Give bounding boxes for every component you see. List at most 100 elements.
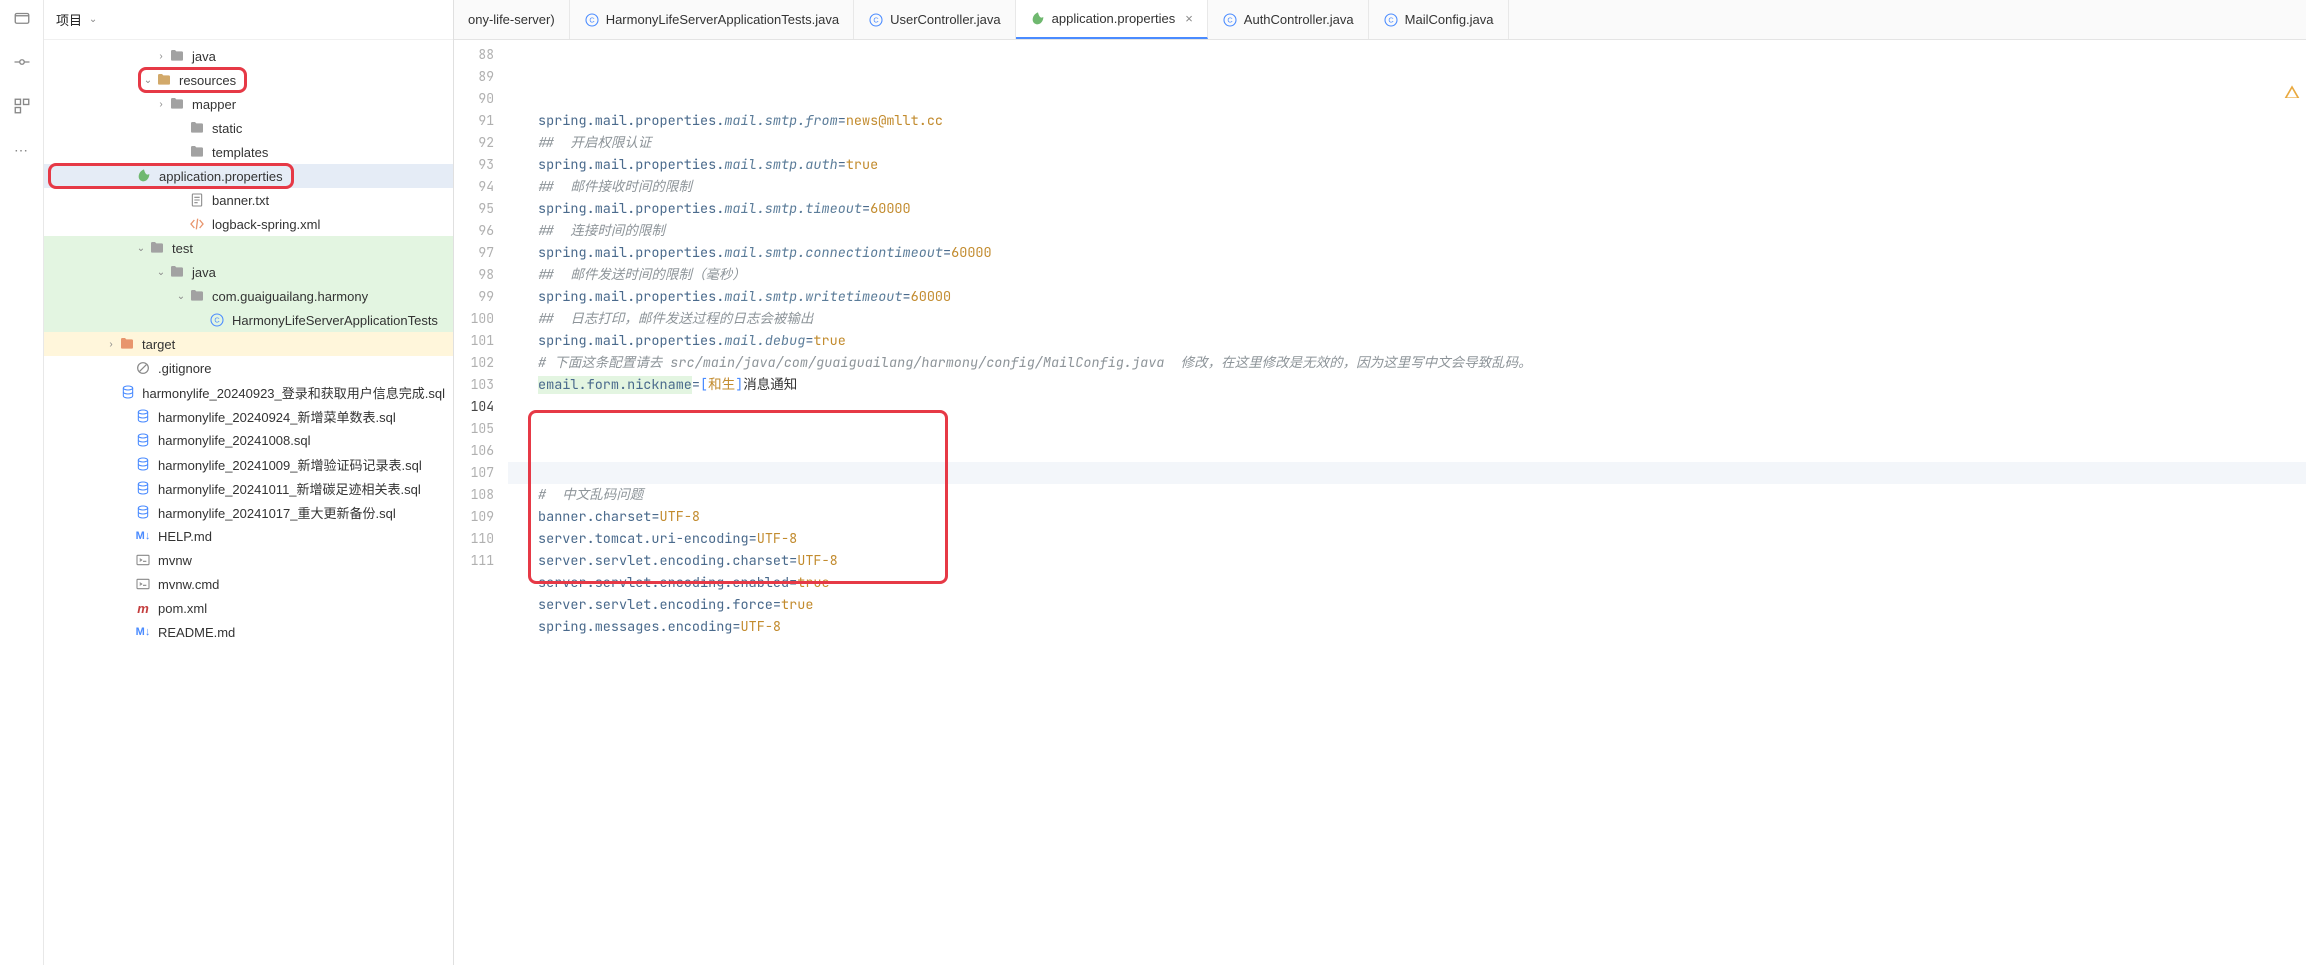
more-tool-icon[interactable]: ⋯ <box>12 140 32 160</box>
tree-item-label: templates <box>212 145 268 160</box>
tree-item[interactable]: static <box>44 116 453 140</box>
tab-label: UserController.java <box>890 12 1001 27</box>
editor-tab[interactable]: CUserController.java <box>854 0 1016 39</box>
tree-item[interactable]: harmonylife_20240924_新增菜单数表.sql <box>44 404 453 428</box>
chevron-down-icon[interactable]: ⌄ <box>86 14 100 25</box>
code-line[interactable] <box>508 462 2306 484</box>
file-icon <box>168 95 186 113</box>
file-icon <box>134 575 152 593</box>
svg-text:C: C <box>214 316 220 325</box>
tree-item[interactable]: ›mapper <box>44 92 453 116</box>
editor-area: ony-life-server) C HarmonyLifeServerApplic… <box>454 0 2306 965</box>
svg-text:C: C <box>1227 15 1233 24</box>
tree-item-label: mvnw.cmd <box>158 577 219 592</box>
file-icon <box>134 479 152 497</box>
code-line[interactable]: ## 开启权限认证 <box>508 132 2306 154</box>
tree-item-label: target <box>142 337 175 352</box>
tree-item[interactable]: logback-spring.xml <box>44 212 453 236</box>
class-icon: C <box>584 12 600 28</box>
code-line[interactable]: spring.mail.properties.mail.smtp.writeti… <box>508 286 2306 308</box>
tree-item-label: mvnw <box>158 553 192 568</box>
code-line[interactable]: server.tomcat.uri-encoding=UTF-8 <box>508 528 2306 550</box>
tree-item[interactable]: harmonylife_20241011_新增碳足迹相关表.sql <box>44 476 453 500</box>
file-icon <box>134 455 152 473</box>
code-content[interactable]: spring.mail.properties.mail.smtp.from=ne… <box>508 40 2306 965</box>
tab-label: HarmonyLifeServerApplicationTests.java <box>606 12 839 27</box>
tree-item-label: harmonylife_20241009_新增验证码记录表.sql <box>158 455 422 474</box>
chevron-icon: ⌄ <box>134 243 148 254</box>
tool-rail: ⋯ <box>0 0 44 965</box>
structure-tool-icon[interactable] <box>12 96 32 116</box>
code-line[interactable]: ## 邮件接收时间的限制 <box>508 176 2306 198</box>
tree-item[interactable]: harmonylife_20241009_新增验证码记录表.sql <box>44 452 453 476</box>
tree-item[interactable]: ⌄com.guaiguailang.harmony <box>44 284 453 308</box>
tree-item-label: README.md <box>158 625 235 640</box>
file-icon <box>188 215 206 233</box>
code-line[interactable]: banner.charset=UTF-8 <box>508 506 2306 528</box>
code-line[interactable]: spring.mail.properties.mail.debug=true <box>508 330 2306 352</box>
code-line[interactable]: # 下面这条配置请去 src/main/java/com/guaiguailan… <box>508 352 2306 374</box>
warning-icon[interactable] <box>2284 84 2300 103</box>
code-line[interactable]: server.servlet.encoding.charset=UTF-8 <box>508 550 2306 572</box>
project-tree[interactable]: ›java⌄resources›mapperstatic templates app… <box>44 40 453 965</box>
tree-item[interactable]: mpom.xml <box>44 596 453 620</box>
code-line[interactable]: server.servlet.encoding.enabled=true <box>508 572 2306 594</box>
tree-item[interactable]: mvnw <box>44 548 453 572</box>
tree-item[interactable]: templates <box>44 140 453 164</box>
tree-item[interactable]: application.properties <box>44 164 453 188</box>
file-icon <box>134 431 152 449</box>
file-icon <box>118 335 136 353</box>
tree-item-label: harmonylife_20241011_新增碳足迹相关表.sql <box>158 479 421 498</box>
tree-item[interactable]: ⌄resources <box>44 68 453 92</box>
sidebar-header: 项目 ⌄ <box>44 0 453 40</box>
tree-item-label: harmonylife_20241017_重大更新备份.sql <box>158 503 396 522</box>
class-icon: C <box>1383 12 1399 28</box>
folder-tool-icon[interactable] <box>12 8 32 28</box>
file-icon <box>188 119 206 137</box>
tree-item[interactable]: harmonylife_20241017_重大更新备份.sql <box>44 500 453 524</box>
tree-item[interactable]: ›java <box>44 44 453 68</box>
editor-tab[interactable]: C AuthController.java <box>1208 0 1369 39</box>
code-line[interactable]: ## 连接时间的限制 <box>508 220 2306 242</box>
tab-label: application.properties <box>1052 11 1176 26</box>
close-icon[interactable]: × <box>1185 11 1193 26</box>
commit-tool-icon[interactable] <box>12 52 32 72</box>
file-icon <box>168 263 186 281</box>
tree-item-label: harmonylife_20240923_登录和获取用户信息完成.sql <box>142 383 445 402</box>
code-line[interactable]: email.form.nickname=[和生]消息通知 <box>508 374 2306 396</box>
tab-label: AuthController.java <box>1244 12 1354 27</box>
code-line[interactable]: spring.mail.properties.mail.smtp.auth=tr… <box>508 154 2306 176</box>
file-icon <box>134 359 152 377</box>
tree-item[interactable]: harmonylife_20240923_登录和获取用户信息完成.sql <box>44 380 453 404</box>
tree-item-label: harmonylife_20240924_新增菜单数表.sql <box>158 407 396 426</box>
tree-item-label: harmonylife_20241008.sql <box>158 433 311 448</box>
tree-item-label: HarmonyLifeServerApplicationTests <box>232 313 438 328</box>
file-icon <box>134 503 152 521</box>
code-line[interactable]: spring.mail.properties.mail.smtp.connect… <box>508 242 2306 264</box>
tree-item-label: java <box>192 49 216 64</box>
tree-item[interactable]: harmonylife_20241008.sql <box>44 428 453 452</box>
tree-item[interactable]: .gitignore <box>44 356 453 380</box>
code-line[interactable] <box>508 418 2306 440</box>
code-line[interactable]: spring.messages.encoding=UTF-8 <box>508 616 2306 638</box>
code-line[interactable]: # 中文乱码问题 <box>508 484 2306 506</box>
editor-tab[interactable]: C HarmonyLifeServerApplicationTests.java <box>570 0 854 39</box>
code-line[interactable] <box>508 396 2306 418</box>
tree-item[interactable]: ⌄java <box>44 260 453 284</box>
editor-tab[interactable]: ony-life-server) <box>454 0 570 39</box>
code-line[interactable]: ## 邮件发送时间的限制（毫秒） <box>508 264 2306 286</box>
editor-tab[interactable]: CMailConfig.java <box>1369 0 1509 39</box>
tree-item[interactable]: M↓README.md <box>44 620 453 644</box>
tree-item[interactable]: banner.txt <box>44 188 453 212</box>
code-line[interactable]: spring.mail.properties.mail.smtp.timeout… <box>508 198 2306 220</box>
tree-item[interactable]: ›target <box>44 332 453 356</box>
code-line[interactable]: ## 日志打印，邮件发送过程的日志会被输出 <box>508 308 2306 330</box>
tree-item[interactable]: M↓HELP.md <box>44 524 453 548</box>
code-line[interactable]: spring.mail.properties.mail.smtp.from=ne… <box>508 110 2306 132</box>
code-line[interactable]: server.servlet.encoding.force=true <box>508 594 2306 616</box>
tree-item[interactable]: ⌄test <box>44 236 453 260</box>
tree-item[interactable]: mvnw.cmd <box>44 572 453 596</box>
editor-tab[interactable]: application.properties × <box>1016 0 1208 39</box>
tree-item[interactable]: C HarmonyLifeServerApplicationTests <box>44 308 453 332</box>
code-line[interactable] <box>508 440 2306 462</box>
